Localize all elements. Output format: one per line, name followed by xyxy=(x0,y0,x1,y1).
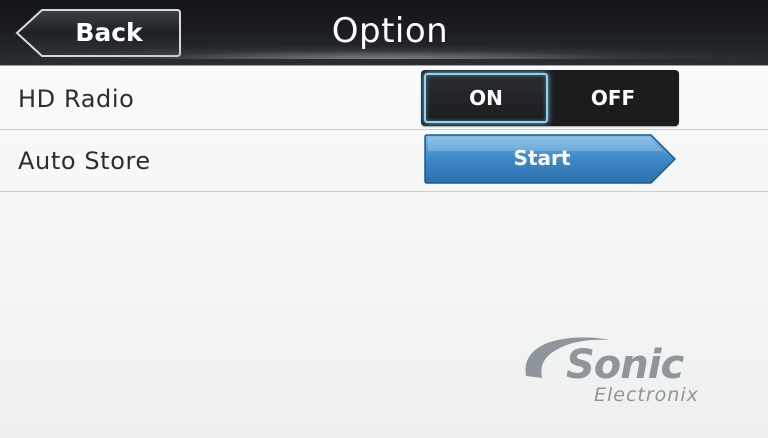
watermark-sub: Electronix xyxy=(594,384,699,406)
watermark: Sonic Electronix xyxy=(520,330,740,410)
option-screen: Back Option HD Radio ON OFF Auto Store S… xyxy=(0,0,768,438)
watermark-brand: Sonic xyxy=(566,342,684,388)
auto-store-label: Auto Store xyxy=(18,147,151,175)
hd-radio-row: HD Radio ON OFF xyxy=(0,68,768,130)
back-button[interactable]: Back xyxy=(14,8,182,58)
auto-store-start-button[interactable]: Start xyxy=(423,133,679,187)
hd-radio-off-button[interactable]: OFF xyxy=(551,73,675,123)
hd-radio-toggle: ON OFF xyxy=(421,70,679,126)
back-label: Back xyxy=(75,18,143,47)
page-title: Option xyxy=(331,11,449,51)
start-label: Start xyxy=(513,146,571,170)
hd-radio-on-button[interactable]: ON xyxy=(424,73,548,123)
auto-store-row: Auto Store Start xyxy=(0,130,768,192)
header-bar: Back Option xyxy=(0,0,768,66)
hd-radio-label: HD Radio xyxy=(18,85,135,113)
